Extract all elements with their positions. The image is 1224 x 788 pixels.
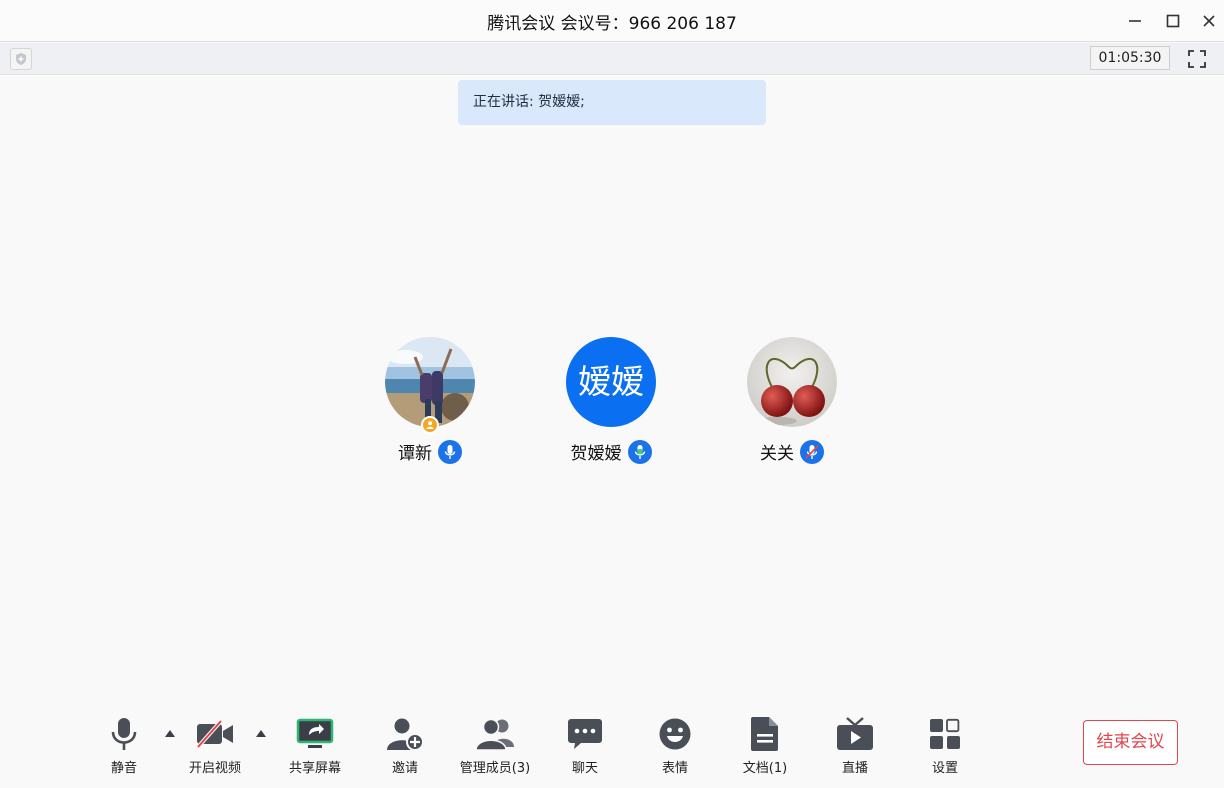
minimize-icon [1129,20,1141,22]
start-video-label: 开启视频 [188,761,241,776]
members-icon [475,718,514,751]
invite-button[interactable]: 邀请 [360,714,450,776]
mute-label: 静音 [110,761,137,776]
documents-button[interactable]: 文档(1) [720,714,810,776]
chat-icon [568,719,602,749]
fullscreen-button[interactable] [1185,47,1209,71]
share-screen-icon [296,718,334,748]
manage-members-button[interactable]: 管理成员(3) [450,714,540,776]
shield-icon [16,53,26,65]
security-button[interactable] [10,48,32,70]
settings-label: 设置 [931,761,958,776]
mic-status[interactable] [438,439,462,464]
participant-name: 谭新 [398,444,432,464]
host-icon [426,421,434,429]
maximize-icon [1166,14,1180,28]
microphone-speaking-icon [634,444,645,459]
share-screen-button[interactable]: 共享屏幕 [270,714,360,776]
avatar [385,337,475,434]
start-video-button[interactable]: 开启视频 [170,714,260,776]
add-person-icon [387,718,424,751]
video-off-icon [196,719,233,749]
participant-tile[interactable]: 关关 [722,337,862,464]
maximize-button[interactable] [1158,6,1188,36]
minimize-button[interactable] [1120,6,1150,36]
microphone-muted-icon [805,444,819,459]
cherries-photo-avatar [747,337,837,427]
live-stream-button[interactable]: 直播 [810,714,900,776]
live-tv-icon [837,717,873,750]
microphone-icon [444,444,456,459]
reactions-label: 表情 [661,761,688,776]
mute-button[interactable]: 静音 [79,714,169,776]
speaking-indicator: 正在讲话: 贺嫒嫒; [458,80,766,125]
meeting-timer: 01:05:30 [1090,46,1170,70]
participant-name: 贺嫒嫒 [570,444,622,464]
microphone-icon [111,718,137,750]
close-button[interactable] [1194,6,1224,36]
settings-button[interactable]: 设置 [900,714,990,776]
invite-label: 邀请 [391,761,418,776]
avatar-initials: 嫒嫒 [566,337,656,427]
settings-grid-icon [930,718,960,749]
live-stream-label: 直播 [841,761,868,776]
documents-label: 文档(1) [742,761,788,776]
info-bar: 01:05:30 [0,43,1224,75]
close-icon [1203,15,1215,27]
mic-status[interactable] [800,439,824,464]
reactions-button[interactable]: 表情 [630,714,720,776]
participant-name: 关关 [760,444,794,464]
mic-status[interactable] [627,439,652,464]
share-screen-label: 共享屏幕 [288,761,341,776]
manage-members-label: 管理成员(3) [459,761,531,776]
participant-tile[interactable]: 谭新 [360,337,500,464]
video-options-caret-icon[interactable] [255,728,267,738]
meeting-toolbar: 静音 开启视频 共享屏幕 邀请 管理成员(3) 聊天 表情 文档(1) 直播 设… [0,710,1224,788]
chat-label: 聊天 [571,761,598,776]
window-title: 腾讯会议 会议号：966 206 187 [487,14,737,34]
emoji-icon [659,718,691,750]
avatar [747,337,837,427]
avatar: 嫒嫒 [566,337,656,427]
title-bar: 腾讯会议 会议号：966 206 187 [0,0,1224,42]
end-meeting-button[interactable]: 结束会议 [1083,720,1178,765]
chat-button[interactable]: 聊天 [540,714,630,776]
fullscreen-icon [1188,50,1206,68]
family-photo-avatar [385,337,475,427]
host-badge [421,416,439,434]
participant-tile[interactable]: 嫒嫒 贺嫒嫒 [541,337,681,464]
document-icon [751,717,778,751]
